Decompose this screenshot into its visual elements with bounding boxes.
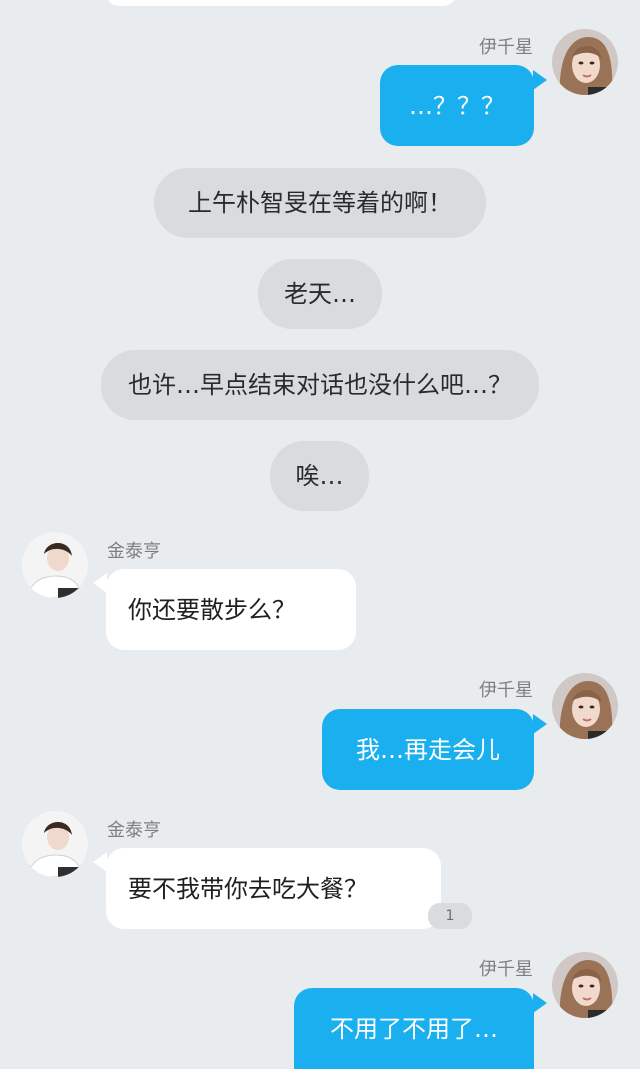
bubble-tail [93,573,107,593]
narration-bubble: 唉… [270,441,369,511]
message-bubble-outgoing[interactable]: …？？？ [380,65,534,146]
other-avatar[interactable] [22,532,88,598]
sender-name: 伊千星 [479,959,533,980]
other-avatar[interactable] [22,811,88,877]
message-bubble-incoming[interactable]: 你还要散步么？ [106,569,356,650]
avatar-woman-icon [552,673,618,739]
avatar-man-icon [22,811,88,877]
sender-name: 金泰亨 [107,820,161,841]
sender-name: 金泰亨 [107,541,161,562]
message-bubble-outgoing[interactable]: 我…再走会儿 [322,709,534,790]
avatar-woman-icon [552,29,618,95]
bubble-tail [93,852,107,872]
message-bubble-incoming[interactable]: 要不我带你去吃大餐？ [106,848,441,929]
message-bubble-outgoing[interactable]: 不用了不用了… [294,988,534,1069]
narration-bubble: 也许…早点结束对话也没什么吧…？ [101,350,539,420]
narration-bubble: 老天… [258,259,382,329]
my-avatar[interactable] [552,952,618,1018]
narration-bubble: 上午朴智旻在等着的啊！ [154,168,486,238]
bubble-tail [533,993,547,1013]
my-avatar[interactable] [552,673,618,739]
sender-name: 伊千星 [479,680,533,701]
my-avatar[interactable] [552,29,618,95]
unread-count-badge: 1 [428,903,472,929]
bubble-tail [533,714,547,734]
avatar-man-icon [22,532,88,598]
previous-message-bubble [106,0,456,6]
bubble-tail [533,70,547,90]
avatar-woman-icon [552,952,618,1018]
sender-name: 伊千星 [479,37,533,58]
